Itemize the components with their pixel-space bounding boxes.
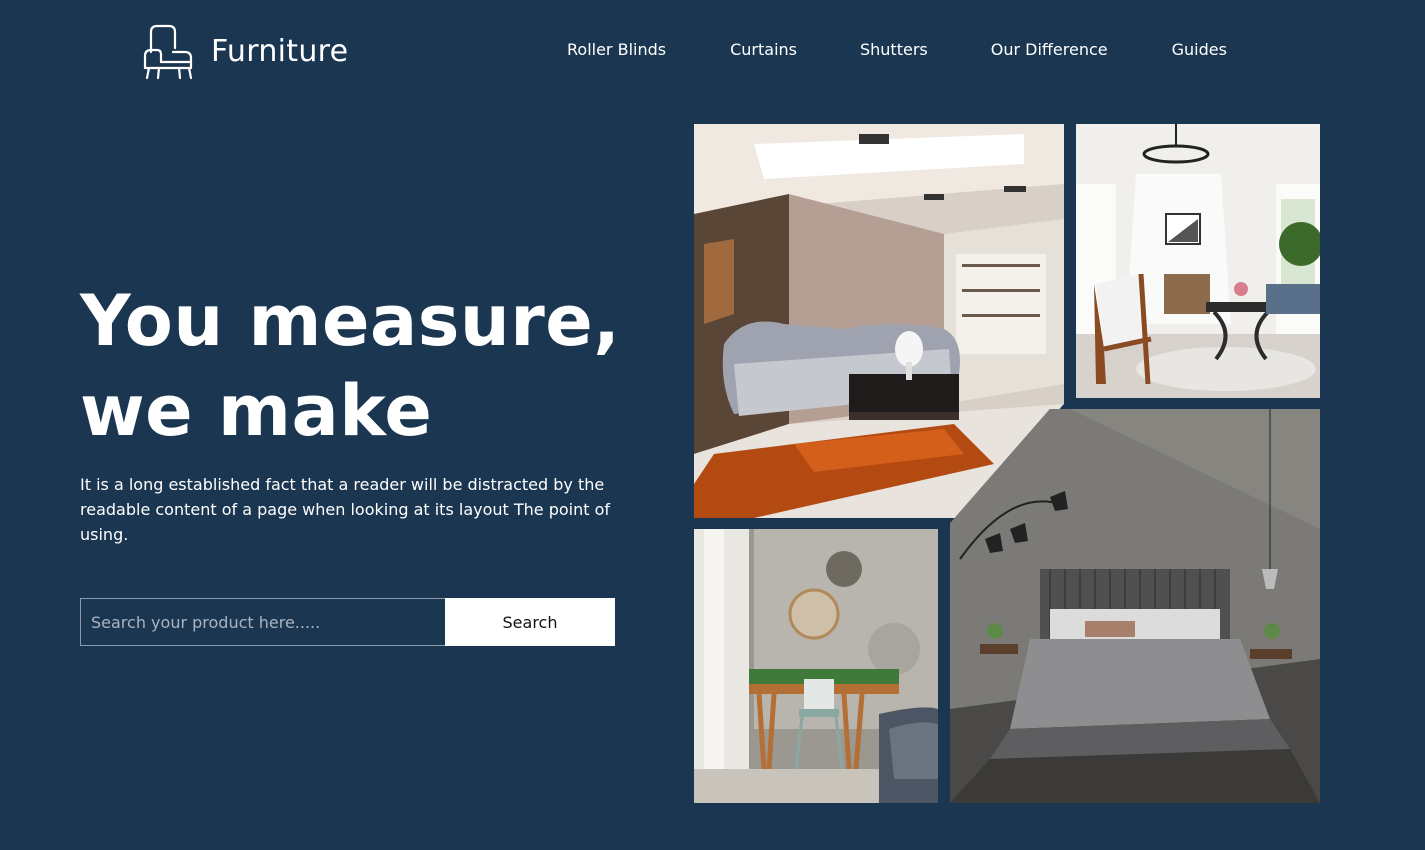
fireplace-room-photo — [1076, 124, 1320, 398]
hero-title-line-2: we make — [80, 370, 433, 452]
brand-name: Furniture — [211, 33, 349, 69]
search-input[interactable] — [80, 598, 445, 646]
nav-item-our-difference[interactable]: Our Difference — [991, 40, 1108, 59]
hero-title: You measure, we make — [80, 276, 620, 456]
hero-description: It is a long established fact that a rea… — [80, 475, 611, 544]
nav-item-curtains[interactable]: Curtains — [730, 40, 797, 59]
hero-title-line-1: You measure, — [80, 280, 621, 362]
search-form: Search — [80, 598, 615, 646]
main-navigation: Roller Blinds Curtains Shutters Our Diff… — [567, 40, 1227, 59]
nav-item-roller-blinds[interactable]: Roller Blinds — [567, 40, 666, 59]
gray-bedroom-photo — [950, 409, 1320, 803]
brand-logo[interactable]: Furniture — [143, 22, 348, 80]
nav-item-shutters[interactable]: Shutters — [860, 40, 928, 59]
nav-item-guides[interactable]: Guides — [1172, 40, 1227, 59]
armchair-icon — [143, 24, 193, 80]
search-button[interactable]: Search — [445, 598, 615, 646]
bedroom-desk-photo — [694, 529, 938, 803]
